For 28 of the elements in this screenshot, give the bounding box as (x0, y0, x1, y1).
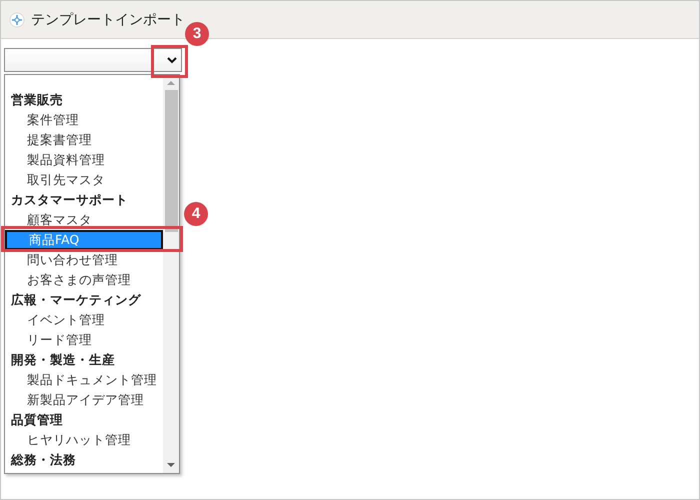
option-group-label[interactable]: 総務・法務 (5, 450, 163, 470)
crosshair-icon (9, 12, 25, 28)
highlight-frame (151, 45, 188, 78)
dropdown-option[interactable]: 案件管理 (5, 110, 163, 130)
template-select[interactable] (4, 48, 182, 72)
scroll-down-icon[interactable] (167, 462, 175, 468)
scrollbar-thumb[interactable] (164, 90, 178, 232)
dropdown-option[interactable]: イベント管理 (5, 310, 163, 330)
scroll-up-icon[interactable] (167, 80, 175, 86)
dropdown-option[interactable]: 新製品アイデア管理 (5, 390, 163, 410)
option-group-label[interactable]: カスタマーサポート (5, 190, 163, 210)
scrollbar[interactable] (163, 75, 179, 473)
dropdown-option[interactable]: ヒヤリハット管理 (5, 430, 163, 450)
page-title: テンプレートインポート (31, 10, 185, 28)
dropdown-option[interactable]: 製品資料管理 (5, 150, 163, 170)
option-group-label[interactable]: 営業販売 (5, 90, 163, 110)
dropdown-option[interactable]: 顧客マスタ (5, 210, 163, 230)
dropdown-option[interactable]: 提案書管理 (5, 130, 163, 150)
dropdown-option[interactable]: 取引先マスタ (5, 170, 163, 190)
dropdown-option[interactable]: リード管理 (5, 330, 163, 350)
option-group-label[interactable]: 広報・マーケティング (5, 290, 163, 310)
option-group-label[interactable]: 開発・製造・生産 (5, 350, 163, 370)
dropdown-option[interactable]: 製品ドキュメント管理 (5, 370, 163, 390)
option-group-label[interactable]: 品質管理 (5, 410, 163, 430)
step-badge: 4 (184, 202, 208, 226)
dropdown-option[interactable]: お客さまの声管理 (5, 270, 163, 290)
chevron-down-icon (167, 56, 177, 64)
dropdown-option[interactable]: 問い合わせ管理 (5, 250, 163, 270)
